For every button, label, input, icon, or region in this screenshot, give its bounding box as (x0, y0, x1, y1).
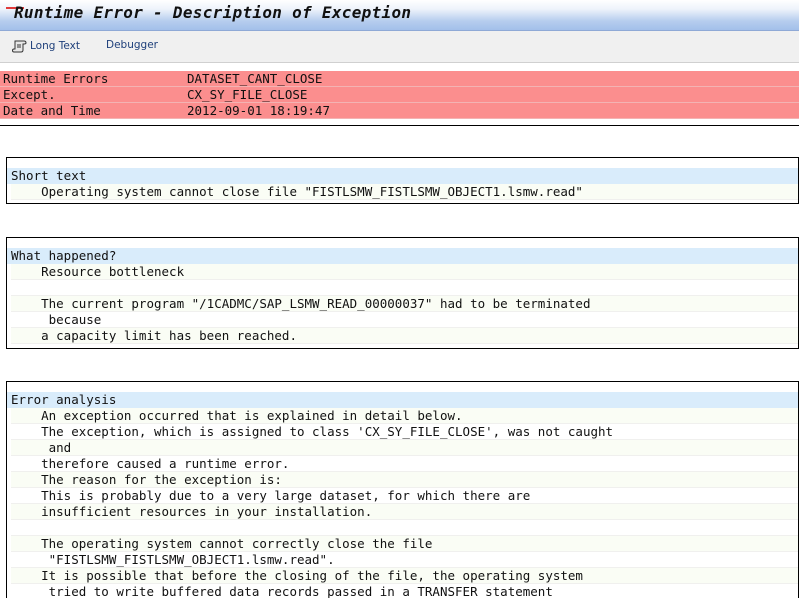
scroll-document-icon (12, 40, 27, 53)
text-line: therefore caused a runtime error. (11, 456, 798, 472)
error-header: Runtime Errors DATASET_CANT_CLOSE Except… (0, 71, 799, 119)
debugger-label: Debugger (106, 39, 158, 51)
section-body: An exception occurred that is explained … (11, 408, 798, 598)
text-line: This is probably due to a very large dat… (11, 488, 798, 504)
title-bar: Runtime Error - Description of Exception (0, 0, 799, 31)
text-line: tried to write buffered data records pas… (11, 584, 798, 598)
header-label: Runtime Errors (3, 71, 109, 86)
section-short-text: Short text Operating system cannot close… (6, 157, 799, 204)
text-line: The current program "/1CADMC/SAP_LSMW_RE… (11, 296, 798, 312)
text-line: and (11, 440, 798, 456)
section-error-analysis: Error analysis An exception occurred tha… (6, 381, 799, 598)
long-text-label: Long Text (30, 40, 80, 52)
header-row-exception: Except. CX_SY_FILE_CLOSE (0, 87, 799, 103)
text-line: because (11, 312, 798, 328)
text-line: Operating system cannot close file "FIST… (11, 184, 798, 200)
section-what-happened: What happened? Resource bottleneck The c… (6, 237, 799, 349)
text-line: Resource bottleneck (11, 264, 798, 280)
section-title: What happened? (7, 248, 798, 264)
text-line (11, 280, 798, 296)
text-line (11, 520, 798, 536)
text-line: It is possible that before the closing o… (11, 568, 798, 584)
header-value: DATASET_CANT_CLOSE (187, 71, 323, 86)
header-separator (0, 125, 799, 126)
application-toolbar: Long Text Debugger (0, 31, 799, 63)
header-label: Date and Time (3, 103, 101, 118)
header-label: Except. (3, 87, 56, 102)
header-row-runtime-errors: Runtime Errors DATASET_CANT_CLOSE (0, 71, 799, 87)
debugger-button[interactable]: Debugger (106, 39, 158, 51)
text-line: "FISTLSMW_FISTLSMW_OBJECT1.lsmw.read". (11, 552, 798, 568)
text-line: The exception, which is assigned to clas… (11, 424, 798, 440)
section-title: Error analysis (7, 392, 798, 408)
text-line: The operating system cannot correctly cl… (11, 536, 798, 552)
section-body: Operating system cannot close file "FIST… (11, 184, 798, 200)
long-text-button[interactable]: Long Text (12, 39, 80, 53)
runtime-error-window: Runtime Error - Description of Exception… (0, 0, 799, 598)
section-title: Short text (7, 168, 798, 184)
window-title: Runtime Error - Description of Exception (14, 3, 412, 22)
text-line: The reason for the exception is: (11, 472, 798, 488)
text-line: a capacity limit has been reached. (11, 328, 798, 344)
text-line: insufficient resources in your installat… (11, 504, 798, 520)
header-value: 2012-09-01 18:19:47 (187, 103, 330, 118)
header-value: CX_SY_FILE_CLOSE (187, 87, 308, 102)
section-body: Resource bottleneck The current program … (11, 264, 798, 344)
header-row-date-time: Date and Time 2012-09-01 18:19:47 (0, 103, 799, 119)
text-line: An exception occurred that is explained … (11, 408, 798, 424)
